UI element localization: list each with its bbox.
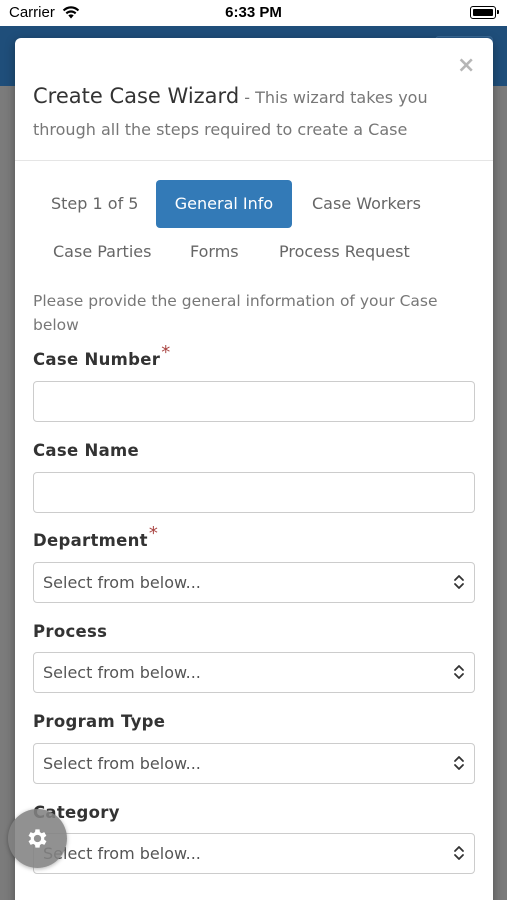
status-time: 6:33 PM [225,4,282,21]
process-select[interactable]: Select from below... [33,652,475,693]
chevron-up-down-icon [454,575,464,589]
tab-case-parties[interactable]: Case Parties [53,242,151,261]
tab-forms[interactable]: Forms [190,242,239,261]
settings-fab-button[interactable] [8,809,67,868]
intro-text: Please provide the general information o… [33,292,438,334]
modal-title: Create Case Wizard [33,84,240,108]
battery-full-icon [470,6,499,19]
department-label-text: Department [33,531,148,550]
category-select-value: Select from below... [43,844,201,863]
tab-case-workers[interactable]: Case Workers [312,194,421,213]
status-bar: Carrier 6:33 PM [0,0,507,26]
wizard-steps-nav: Step 1 of 5 General Info Case Workers [15,180,493,228]
create-case-modal: × Create Case Wizard - This wizard takes… [15,38,493,900]
case-name-label: Case Name [33,441,140,460]
modal-header: × Create Case Wizard - This wizard takes… [15,38,493,161]
category-select[interactable]: Select from below... [33,833,475,874]
process-select-value: Select from below... [43,663,201,682]
department-select[interactable]: Select from below... [33,562,475,603]
close-icon[interactable]: × [457,55,475,77]
case-number-label-text: Case Number [33,350,161,369]
chevron-up-down-icon [454,665,464,679]
chevron-up-down-icon [454,756,464,770]
case-number-input[interactable] [33,381,475,422]
modal-title-block: Create Case Wizard - This wizard takes y… [33,80,443,146]
case-name-input[interactable] [33,472,475,513]
department-select-value: Select from below... [43,573,201,592]
process-label: Process [33,622,108,641]
tab-general-info[interactable]: General Info [156,180,292,228]
required-marker: * [161,342,171,363]
gear-icon [28,829,47,848]
tab-process-request[interactable]: Process Request [279,242,410,261]
program-type-select[interactable]: Select from below... [33,743,475,784]
program-type-label: Program Type [33,712,166,731]
department-label: Department* [33,523,158,551]
step-indicator: Step 1 of 5 [51,194,139,213]
case-number-label: Case Number* [33,342,171,370]
program-type-select-value: Select from below... [43,754,201,773]
wizard-steps-nav-row2: Case Parties Forms Process Request [15,234,493,274]
chevron-up-down-icon [454,846,464,860]
required-marker: * [148,523,159,544]
